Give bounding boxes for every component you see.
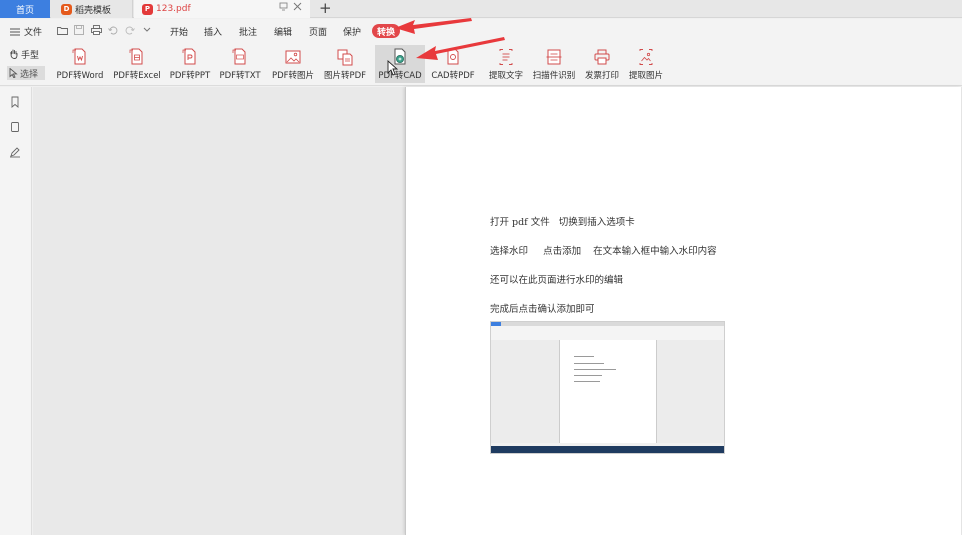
image-to-pdf-icon xyxy=(337,49,353,66)
scan-ocr-button[interactable]: 扫描件识别 xyxy=(530,45,578,83)
pdf-to-word-label: PDF转Word xyxy=(56,71,104,81)
select-tool-button[interactable]: 选择 xyxy=(7,66,45,80)
doc-line-4: 完成后点击确认添加即可 xyxy=(490,304,595,315)
pdf-to-image-button[interactable]: PDF转图片 xyxy=(270,45,316,83)
pdf-to-ppt-icon xyxy=(182,48,196,65)
quick-access-dropdown-icon[interactable] xyxy=(141,24,153,36)
tab-templates-label: 稻壳模板 xyxy=(75,5,112,16)
extract-image-label: 提取图片 xyxy=(628,71,663,81)
tab-document-label: 123.pdf xyxy=(156,4,191,14)
pdf-to-txt-icon xyxy=(232,48,246,65)
pdf-file-icon: P xyxy=(142,3,153,15)
scan-ocr-label: 扫描件识别 xyxy=(532,71,576,81)
menu-comment[interactable]: 批注 xyxy=(239,25,257,38)
hand-tool-label: 手型 xyxy=(21,50,40,61)
pdf-to-image-label: PDF转图片 xyxy=(271,71,315,81)
menu-insert[interactable]: 插入 xyxy=(204,25,222,38)
print-icon[interactable] xyxy=(90,24,102,36)
redo-icon[interactable] xyxy=(124,24,136,36)
image-to-pdf-button[interactable]: 图片转PDF xyxy=(321,45,369,83)
menu-protect[interactable]: 保护 xyxy=(343,25,361,38)
pdf-to-image-icon xyxy=(285,50,301,64)
doc-line-2: 选择水印 点击添加 在文本输入框中输入水印内容 xyxy=(490,246,717,257)
left-side-panel xyxy=(0,87,32,535)
pdf-to-excel-button[interactable]: PDF转Excel xyxy=(112,45,162,83)
cad-to-pdf-label: CAD转PDF xyxy=(431,71,475,81)
close-tab-icon[interactable] xyxy=(293,2,302,14)
pdf-to-word-icon xyxy=(72,48,86,65)
file-menu-label: 文件 xyxy=(24,28,43,38)
hand-icon xyxy=(10,49,18,59)
tab-home-label: 首页 xyxy=(15,5,34,16)
red-arrow-annotation-convert xyxy=(395,18,472,34)
tab-bar: 首页 D 稻壳模板 P 123.pdf + xyxy=(0,0,962,18)
scan-ocr-icon xyxy=(546,49,562,65)
signature-icon[interactable] xyxy=(9,146,21,158)
extract-text-label: 提取文字 xyxy=(488,71,523,81)
pdf-to-excel-icon xyxy=(129,48,143,65)
hamburger-icon xyxy=(10,28,20,35)
docer-logo-icon: D xyxy=(61,3,72,15)
mouse-cursor-icon xyxy=(387,60,399,76)
pdf-to-cad-label: PDF转CAD xyxy=(378,71,422,81)
cursor-icon xyxy=(9,68,18,78)
pdf-to-txt-label: PDF转TXT xyxy=(219,71,261,81)
open-folder-icon[interactable] xyxy=(56,24,68,36)
extract-image-icon xyxy=(639,49,653,65)
menu-start[interactable]: 开始 xyxy=(170,25,188,38)
doc-line-1: 打开 pdf 文件 切换到插入选项卡 xyxy=(490,217,635,228)
new-tab-button[interactable]: + xyxy=(319,0,332,17)
pdf-to-word-button[interactable]: PDF转Word xyxy=(55,45,105,83)
document-canvas[interactable]: 打开 pdf 文件 切换到插入选项卡 选择水印 点击添加 在文本输入框中输入水印… xyxy=(33,87,962,535)
hand-tool-button[interactable]: 手型 xyxy=(7,47,45,61)
pdf-to-ppt-label: PDF转PPT xyxy=(169,71,211,81)
bookmark-icon[interactable] xyxy=(9,96,21,108)
invoice-print-label: 发票打印 xyxy=(584,71,619,81)
image-to-pdf-label: 图片转PDF xyxy=(323,71,367,81)
pin-tab-icon[interactable] xyxy=(279,2,288,14)
thumbnail-icon[interactable] xyxy=(9,121,21,133)
embedded-screenshot-image xyxy=(490,321,725,454)
invoice-print-button[interactable]: 发票打印 xyxy=(583,45,621,83)
pdf-page: 打开 pdf 文件 切换到插入选项卡 选择水印 点击添加 在文本输入框中输入水印… xyxy=(405,87,961,535)
select-tool-label: 选择 xyxy=(20,69,39,80)
menu-edit[interactable]: 编辑 xyxy=(274,25,292,38)
doc-line-3: 还可以在此页面进行水印的编辑 xyxy=(490,275,624,286)
invoice-print-icon xyxy=(594,49,610,65)
undo-icon[interactable] xyxy=(107,24,119,36)
tab-home[interactable]: 首页 xyxy=(0,0,50,18)
red-arrow-annotation-pdf-to-cad xyxy=(416,37,505,60)
tab-templates[interactable]: D 稻壳模板 xyxy=(51,0,133,18)
save-icon[interactable] xyxy=(73,24,85,36)
extract-image-button[interactable]: 提取图片 xyxy=(627,45,665,83)
file-menu[interactable]: 文件 xyxy=(10,25,42,38)
pdf-to-excel-label: PDF转Excel xyxy=(113,71,161,81)
menu-page[interactable]: 页面 xyxy=(309,25,327,38)
pdf-to-txt-button[interactable]: PDF转TXT xyxy=(218,45,262,83)
pdf-to-ppt-button[interactable]: PDF转PPT xyxy=(168,45,212,83)
